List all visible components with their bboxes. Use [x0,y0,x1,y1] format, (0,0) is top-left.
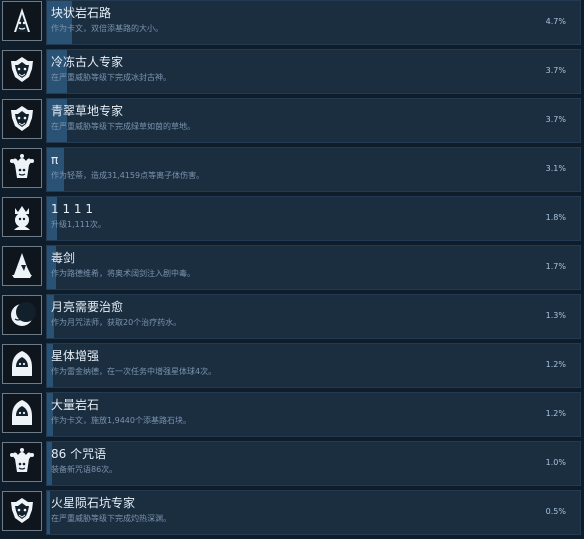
wizard-hat-icon [2,246,42,286]
achievement-row[interactable]: 冷冻古人专家 在严重威胁等级下完成冰封古神。 3.7% [0,49,584,97]
achievement-title: 星体增强 [51,349,100,363]
achievement-row[interactable]: 青翠草地专家 在严重威胁等级下完成绿草如茵的草地。 3.7% [0,98,584,146]
achievement-percent: 3.7% [545,115,566,124]
achievement-row[interactable]: 1 1 1 1 升级1,111次。 1.8% [0,196,584,244]
global-unlock-progress-bar [47,491,50,534]
achievement-title: 月亮需要治愈 [51,300,124,314]
ornate-mask-icon [2,50,42,90]
achievement-title: 火星陨石坑专家 [51,496,136,510]
achievement-row[interactable]: 86 个咒语 装备新咒语86次。 1.0% [0,441,584,489]
achievement-row[interactable]: 毒剑 作为路德维希，将奥术阔剑注入剧中毒。 1.7% [0,245,584,293]
achievement-row[interactable]: 块状岩石路 作为卡文，双倍添基路的大小。 4.7% [0,0,584,48]
jester-icon [2,148,42,188]
achievement-percent: 3.7% [545,66,566,75]
achievement-row[interactable]: 大量岩石 作为卡文，施放1,9440个添基路石块。 1.2% [0,392,584,440]
hooded-figure-icon [2,393,42,433]
achievement-description: 在严重威胁等级下完成冰封古神。 [51,73,171,82]
achievement-card: 大量岩石 作为卡文，施放1,9440个添基路石块。 1.2% [46,392,581,437]
achievement-row[interactable]: 火星陨石坑专家 在严重威胁等级下完成灼热深渊。 0.5% [0,490,584,538]
crescent-moon-icon [2,295,42,335]
achievement-title: 冷冻古人专家 [51,55,124,69]
achievement-card: 月亮需要治愈 作为月咒法师，获取20个治疗药水。 1.3% [46,294,581,339]
achievement-title: 毒剑 [51,251,76,265]
achievement-percent: 1.7% [545,262,566,271]
hooded-figure-icon [2,344,42,384]
achievement-row[interactable]: π 作为轻蒂，造成31,4159点等离子体伤害。 3.1% [0,147,584,195]
achievement-title: 青翠草地专家 [51,104,124,118]
achievement-card: π 作为轻蒂，造成31,4159点等离子体伤害。 3.1% [46,147,581,192]
achievement-card: 青翠草地专家 在严重威胁等级下完成绿草如茵的草地。 3.7% [46,98,581,143]
achievement-card: 块状岩石路 作为卡文，双倍添基路的大小。 4.7% [46,0,581,45]
achievement-description: 升级1,111次。 [51,220,106,229]
achievement-title: 块状岩石路 [51,6,112,20]
achievement-card: 1 1 1 1 升级1,111次。 1.8% [46,196,581,241]
achievement-card: 火星陨石坑专家 在严重威胁等级下完成灼热深渊。 0.5% [46,490,581,535]
achievement-description: 在严重威胁等级下完成绿草如茵的草地。 [51,122,195,131]
achievement-percent: 1.3% [545,311,566,320]
achievement-description: 作为月咒法师，获取20个治疗药水。 [51,318,182,327]
achievement-description: 作为卡文，双倍添基路的大小。 [51,24,163,33]
achievement-percent: 1.8% [545,213,566,222]
achievement-description: 装备新咒语86次。 [51,465,118,474]
ornate-mask-icon [2,99,42,139]
achievement-percent: 1.2% [545,409,566,418]
achievement-percent: 3.1% [545,164,566,173]
ornate-mask-icon [2,491,42,531]
achievement-percent: 1.2% [545,360,566,369]
jester-icon [2,442,42,482]
achievement-percent: 4.7% [545,17,566,26]
achievement-card: 毒剑 作为路德维希，将奥术阔剑注入剧中毒。 1.7% [46,245,581,290]
achievement-card: 星体增强 作为雷金纳德，在一次任务中增强星体球4次。 1.2% [46,343,581,388]
tiki-mask-icon [2,1,42,41]
crowned-head-icon [2,197,42,237]
achievement-title: 86 个咒语 [51,447,107,461]
achievement-description: 在严重威胁等级下完成灼热深渊。 [51,514,171,523]
achievement-row[interactable]: 月亮需要治愈 作为月咒法师，获取20个治疗药水。 1.3% [0,294,584,342]
achievement-list: 块状岩石路 作为卡文，双倍添基路的大小。 4.7% 冷冻古人专家 在严重威胁等级… [0,0,584,539]
achievement-description: 作为轻蒂，造成31,4159点等离子体伤害。 [51,171,205,180]
achievement-description: 作为卡文，施放1,9440个添基路石块。 [51,416,191,425]
achievement-description: 作为路德维希，将奥术阔剑注入剧中毒。 [51,269,195,278]
achievement-percent: 0.5% [545,507,566,516]
achievement-percent: 1.0% [545,458,566,467]
achievement-title: 1 1 1 1 [51,202,93,216]
achievement-title: π [51,153,59,167]
achievement-row[interactable]: 星体增强 作为雷金纳德，在一次任务中增强星体球4次。 1.2% [0,343,584,391]
achievement-card: 冷冻古人专家 在严重威胁等级下完成冰封古神。 3.7% [46,49,581,94]
achievement-card: 86 个咒语 装备新咒语86次。 1.0% [46,441,581,486]
achievement-description: 作为雷金纳德，在一次任务中增强星体球4次。 [51,367,217,376]
achievement-title: 大量岩石 [51,398,100,412]
